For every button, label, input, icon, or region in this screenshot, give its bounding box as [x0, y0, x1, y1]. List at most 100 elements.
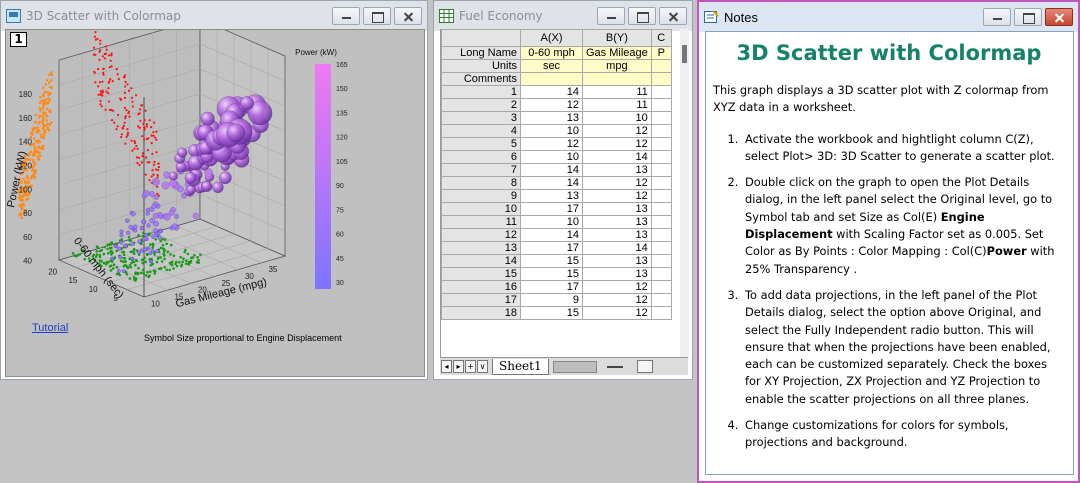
- cell-a[interactable]: 15: [520, 267, 583, 281]
- row-number[interactable]: 6: [441, 150, 521, 164]
- cell-b[interactable]: 12: [582, 124, 652, 138]
- units-b[interactable]: mpg: [582, 59, 652, 73]
- cell-c[interactable]: [650, 137, 672, 151]
- add-sheet-button[interactable]: +: [465, 360, 476, 373]
- row-number[interactable]: 14: [441, 254, 521, 268]
- worksheet-grid[interactable]: A(X) B(Y) C Long Name 0-60 mph Gas Milea…: [440, 29, 680, 357]
- minimize-button[interactable]: [332, 7, 360, 25]
- cell-a[interactable]: 14: [520, 85, 583, 99]
- cell-a[interactable]: 9: [520, 293, 583, 307]
- cell-b[interactable]: 10: [582, 111, 652, 125]
- worksheet-table[interactable]: A(X) B(Y) C Long Name 0-60 mph Gas Milea…: [441, 29, 672, 320]
- cell-b[interactable]: 13: [582, 215, 652, 229]
- cell-b[interactable]: 13: [582, 163, 652, 177]
- cell-b[interactable]: 13: [582, 228, 652, 242]
- row-number[interactable]: 9: [441, 189, 521, 203]
- long-name-b[interactable]: Gas Mileage: [582, 46, 652, 60]
- row-header-comments[interactable]: Comments: [441, 72, 521, 86]
- cell-c[interactable]: [650, 189, 672, 203]
- row-number[interactable]: 1: [441, 85, 521, 99]
- cell-b[interactable]: 13: [582, 267, 652, 281]
- minimize-button[interactable]: [983, 8, 1011, 26]
- row-number[interactable]: 16: [441, 280, 521, 294]
- cell-b[interactable]: 14: [582, 241, 652, 255]
- row-header-long-name[interactable]: Long Name: [441, 46, 521, 60]
- prev-sheet-button[interactable]: ◂: [441, 360, 452, 373]
- cell-c[interactable]: [650, 228, 672, 242]
- column-header-c[interactable]: C: [650, 29, 672, 47]
- row-number[interactable]: 12: [441, 228, 521, 242]
- column-header-a[interactable]: A(X): [520, 29, 583, 47]
- cell-c[interactable]: [650, 202, 672, 216]
- maximize-button[interactable]: [363, 7, 391, 25]
- row-number[interactable]: 2: [441, 98, 521, 112]
- row-number[interactable]: 17: [441, 293, 521, 307]
- long-name-c[interactable]: P: [650, 46, 672, 60]
- vertical-scrollbar[interactable]: [680, 29, 689, 357]
- comments-c[interactable]: [650, 72, 672, 86]
- maximize-button[interactable]: [628, 7, 656, 25]
- row-number[interactable]: 4: [441, 124, 521, 138]
- graph-page[interactable]: 1 40 60 80 100 120 140 160 180 20 15 10 5 10 15 20 25 30…: [5, 29, 425, 377]
- scrollbar-thumb[interactable]: [682, 45, 687, 63]
- cell-a[interactable]: 15: [520, 306, 583, 320]
- cell-b[interactable]: 12: [582, 189, 652, 203]
- cell-a[interactable]: 12: [520, 98, 583, 112]
- cell-c[interactable]: [650, 85, 672, 99]
- close-button[interactable]: [659, 7, 687, 25]
- cell-b[interactable]: 12: [582, 280, 652, 294]
- row-number[interactable]: 11: [441, 215, 521, 229]
- row-number[interactable]: 10: [441, 202, 521, 216]
- cell-b[interactable]: 11: [582, 85, 652, 99]
- close-button[interactable]: [394, 7, 422, 25]
- 3d-scatter-plot[interactable]: 4060801001201401601802015105101520253035…: [6, 30, 426, 378]
- cell-a[interactable]: 17: [520, 280, 583, 294]
- cell-b[interactable]: 12: [582, 306, 652, 320]
- cell-c[interactable]: [650, 176, 672, 190]
- cell-b[interactable]: 14: [582, 150, 652, 164]
- cell-a[interactable]: 14: [520, 176, 583, 190]
- notes-content[interactable]: 3D Scatter with Colormap This graph disp…: [705, 31, 1074, 475]
- cell-c[interactable]: [650, 280, 672, 294]
- row-number[interactable]: 15: [441, 267, 521, 281]
- cell-c[interactable]: [650, 124, 672, 138]
- row-number[interactable]: 18: [441, 306, 521, 320]
- graph-window[interactable]: 3D Scatter with Colormap 1 40 60 80 100 120 1…: [0, 0, 428, 380]
- row-number[interactable]: 8: [441, 176, 521, 190]
- minimize-button[interactable]: [597, 7, 625, 25]
- tutorial-link[interactable]: Tutorial: [32, 322, 68, 334]
- cell-c[interactable]: [650, 254, 672, 268]
- cell-b[interactable]: 12: [582, 137, 652, 151]
- split-view-button[interactable]: [636, 360, 653, 373]
- cell-a[interactable]: 13: [520, 111, 583, 125]
- row-number[interactable]: 7: [441, 163, 521, 177]
- corner-cell[interactable]: [441, 29, 521, 47]
- horizontal-scrollbar[interactable]: [552, 360, 597, 373]
- units-c[interactable]: [650, 59, 672, 73]
- sheet-list-button[interactable]: ∨: [477, 360, 488, 373]
- row-number[interactable]: 5: [441, 137, 521, 151]
- row-number[interactable]: 3: [441, 111, 521, 125]
- cell-a[interactable]: 10: [520, 124, 583, 138]
- cell-a[interactable]: 12: [520, 137, 583, 151]
- maximize-button[interactable]: [1014, 8, 1042, 26]
- graph-titlebar[interactable]: 3D Scatter with Colormap: [1, 1, 427, 31]
- cell-c[interactable]: [650, 150, 672, 164]
- cell-c[interactable]: [650, 111, 672, 125]
- cell-c[interactable]: [650, 98, 672, 112]
- workbook-window[interactable]: Fuel Economy A(X) B(Y) C Long Name 0-60 …: [433, 0, 693, 380]
- cell-b[interactable]: 12: [582, 293, 652, 307]
- comments-a[interactable]: [520, 72, 583, 86]
- notes-window[interactable]: Notes 3D Scatter with Colormap This grap…: [697, 0, 1080, 483]
- cell-b[interactable]: 11: [582, 98, 652, 112]
- cell-c[interactable]: [650, 306, 672, 320]
- column-header-b[interactable]: B(Y): [582, 29, 652, 47]
- cell-b[interactable]: 12: [582, 176, 652, 190]
- cell-c[interactable]: [650, 163, 672, 177]
- cell-a[interactable]: 17: [520, 202, 583, 216]
- next-sheet-button[interactable]: ▸: [453, 360, 464, 373]
- cell-a[interactable]: 17: [520, 241, 583, 255]
- cell-c[interactable]: [650, 293, 672, 307]
- cell-c[interactable]: [650, 267, 672, 281]
- cell-b[interactable]: 13: [582, 202, 652, 216]
